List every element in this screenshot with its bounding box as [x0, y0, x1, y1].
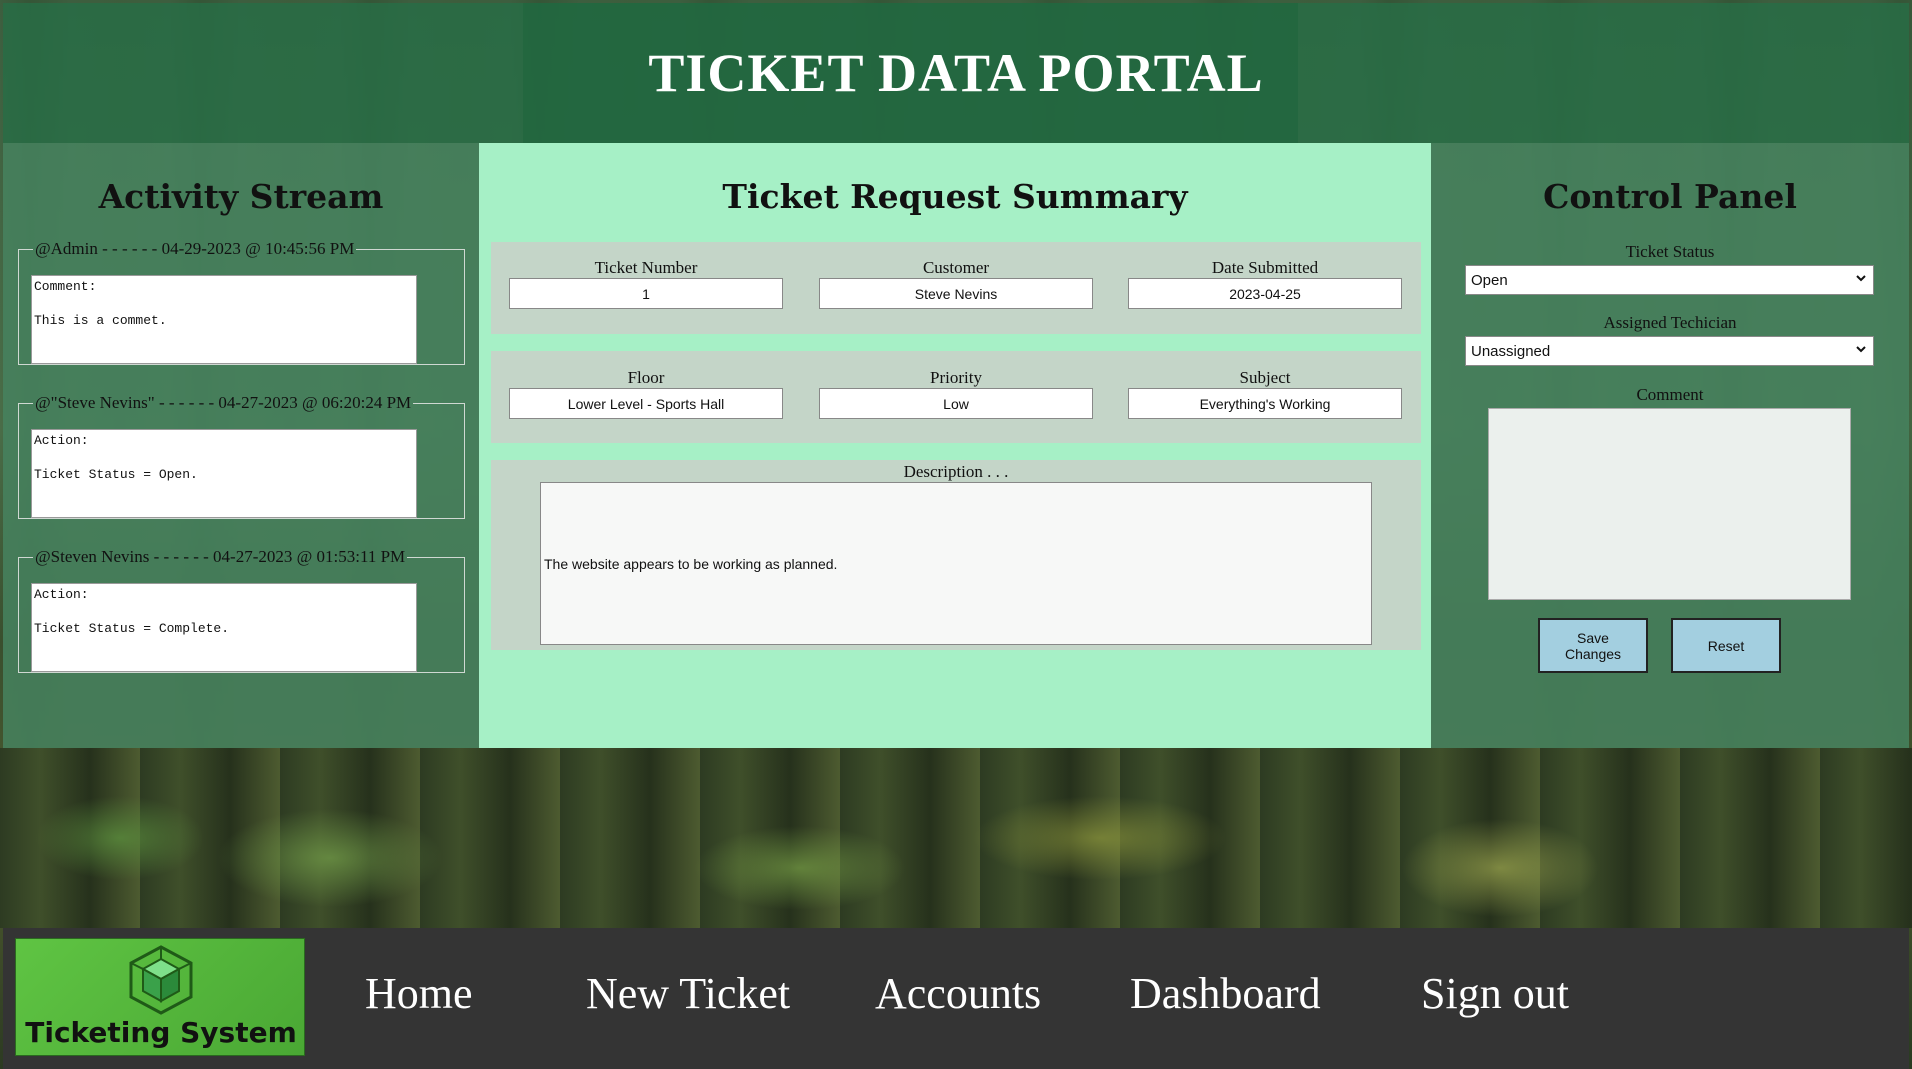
assigned-technician-select[interactable]: Unassigned — [1465, 336, 1874, 366]
summary-row-1: Ticket Number 1 Customer Steve Nevins Da… — [491, 242, 1421, 334]
activity-entry-body[interactable]: Action: Ticket Status = Complete. — [31, 583, 417, 672]
subject-label: Subject — [1239, 368, 1291, 387]
nav-new-ticket-link[interactable]: New Ticket — [586, 968, 790, 1019]
portal-frame: TICKET DATA PORTAL Activity Stream @Admi… — [3, 3, 1909, 748]
assigned-technician-value: Unassigned — [1471, 342, 1551, 360]
control-panel-title: Control Panel — [1543, 177, 1797, 216]
logo-text: Ticketing System — [25, 1016, 297, 1049]
nav-sign-out-link[interactable]: Sign out — [1421, 968, 1569, 1019]
nav-home-link[interactable]: Home — [365, 968, 473, 1019]
summary-row-2: Floor Lower Level - Sports Hall Priority… — [491, 351, 1421, 443]
subject-field: Subject Everything's Working — [1128, 368, 1402, 419]
ticket-number-field: Ticket Number 1 — [509, 258, 783, 309]
cube-icon — [129, 945, 193, 1015]
activity-entry-body[interactable]: Comment: This is a commet. — [31, 275, 417, 364]
priority-input[interactable]: Low — [819, 388, 1093, 419]
subject-input[interactable]: Everything's Working — [1128, 388, 1402, 419]
activity-entry-header: @Steven Nevins - - - - - - 04-27-2023 @ … — [35, 547, 406, 566]
comment-label: Comment — [1636, 385, 1704, 404]
control-panel: Control Panel Ticket Status Open Assigne… — [1431, 143, 1909, 748]
activity-entry: @"Steve Nevins" - - - - - - 04-27-2023 @… — [18, 393, 465, 519]
ticket-summary-panel: Ticket Request Summary Ticket Number 1 C… — [479, 143, 1431, 748]
comment-textarea[interactable] — [1488, 408, 1851, 600]
priority-field: Priority Low — [819, 368, 1093, 419]
date-submitted-label: Date Submitted — [1211, 258, 1319, 277]
activity-stream-title: Activity Stream — [98, 177, 384, 216]
forest-background — [0, 748, 1912, 928]
activity-entry-header: @Admin - - - - - - 04-29-2023 @ 10:45:56… — [35, 239, 355, 258]
ticketing-system-logo[interactable]: Ticketing System — [15, 938, 305, 1056]
floor-label: Floor — [627, 368, 665, 387]
reset-button[interactable]: Reset — [1671, 618, 1781, 673]
date-submitted-field: Date Submitted 2023-04-25 — [1128, 258, 1402, 309]
customer-field: Customer Steve Nevins — [819, 258, 1093, 309]
ticket-status-select[interactable]: Open — [1465, 265, 1874, 295]
header-banner: TICKET DATA PORTAL — [3, 3, 1909, 143]
bottom-navbar: Ticketing System Home New Ticket Account… — [3, 928, 1909, 1069]
ticket-number-label: Ticket Number — [594, 258, 698, 277]
nav-accounts-link[interactable]: Accounts — [875, 968, 1041, 1019]
date-submitted-input[interactable]: 2023-04-25 — [1128, 278, 1402, 309]
activity-entry-header: @"Steve Nevins" - - - - - - 04-27-2023 @… — [35, 393, 412, 412]
ticket-status-value: Open — [1471, 271, 1508, 289]
activity-entry: @Steven Nevins - - - - - - 04-27-2023 @ … — [18, 547, 465, 673]
nav-dashboard-link[interactable]: Dashboard — [1130, 968, 1321, 1019]
customer-input[interactable]: Steve Nevins — [819, 278, 1093, 309]
ticket-number-input[interactable]: 1 — [509, 278, 783, 309]
chevron-down-icon — [1855, 342, 1867, 358]
priority-label: Priority — [930, 368, 982, 387]
floor-field: Floor Lower Level - Sports Hall — [509, 368, 783, 419]
ticket-status-label: Ticket Status — [1625, 242, 1715, 261]
page-title: TICKET DATA PORTAL — [648, 43, 1264, 103]
activity-entry: @Admin - - - - - - 04-29-2023 @ 10:45:56… — [18, 239, 465, 365]
save-changes-button[interactable]: Save Changes — [1538, 618, 1648, 673]
ticket-summary-title: Ticket Request Summary — [722, 177, 1188, 216]
customer-label: Customer — [922, 258, 990, 277]
activity-stream-panel: Activity Stream @Admin - - - - - - 04-29… — [3, 143, 479, 748]
floor-input[interactable]: Lower Level - Sports Hall — [509, 388, 783, 419]
activity-entry-body[interactable]: Action: Ticket Status = Open. — [31, 429, 417, 518]
assigned-technician-label: Assigned Techician — [1603, 313, 1737, 332]
chevron-down-icon — [1855, 271, 1867, 287]
description-panel: Description . . . The website appears to… — [491, 460, 1421, 650]
description-textarea[interactable]: The website appears to be working as pla… — [540, 482, 1372, 645]
description-label: Description . . . — [903, 462, 1009, 481]
